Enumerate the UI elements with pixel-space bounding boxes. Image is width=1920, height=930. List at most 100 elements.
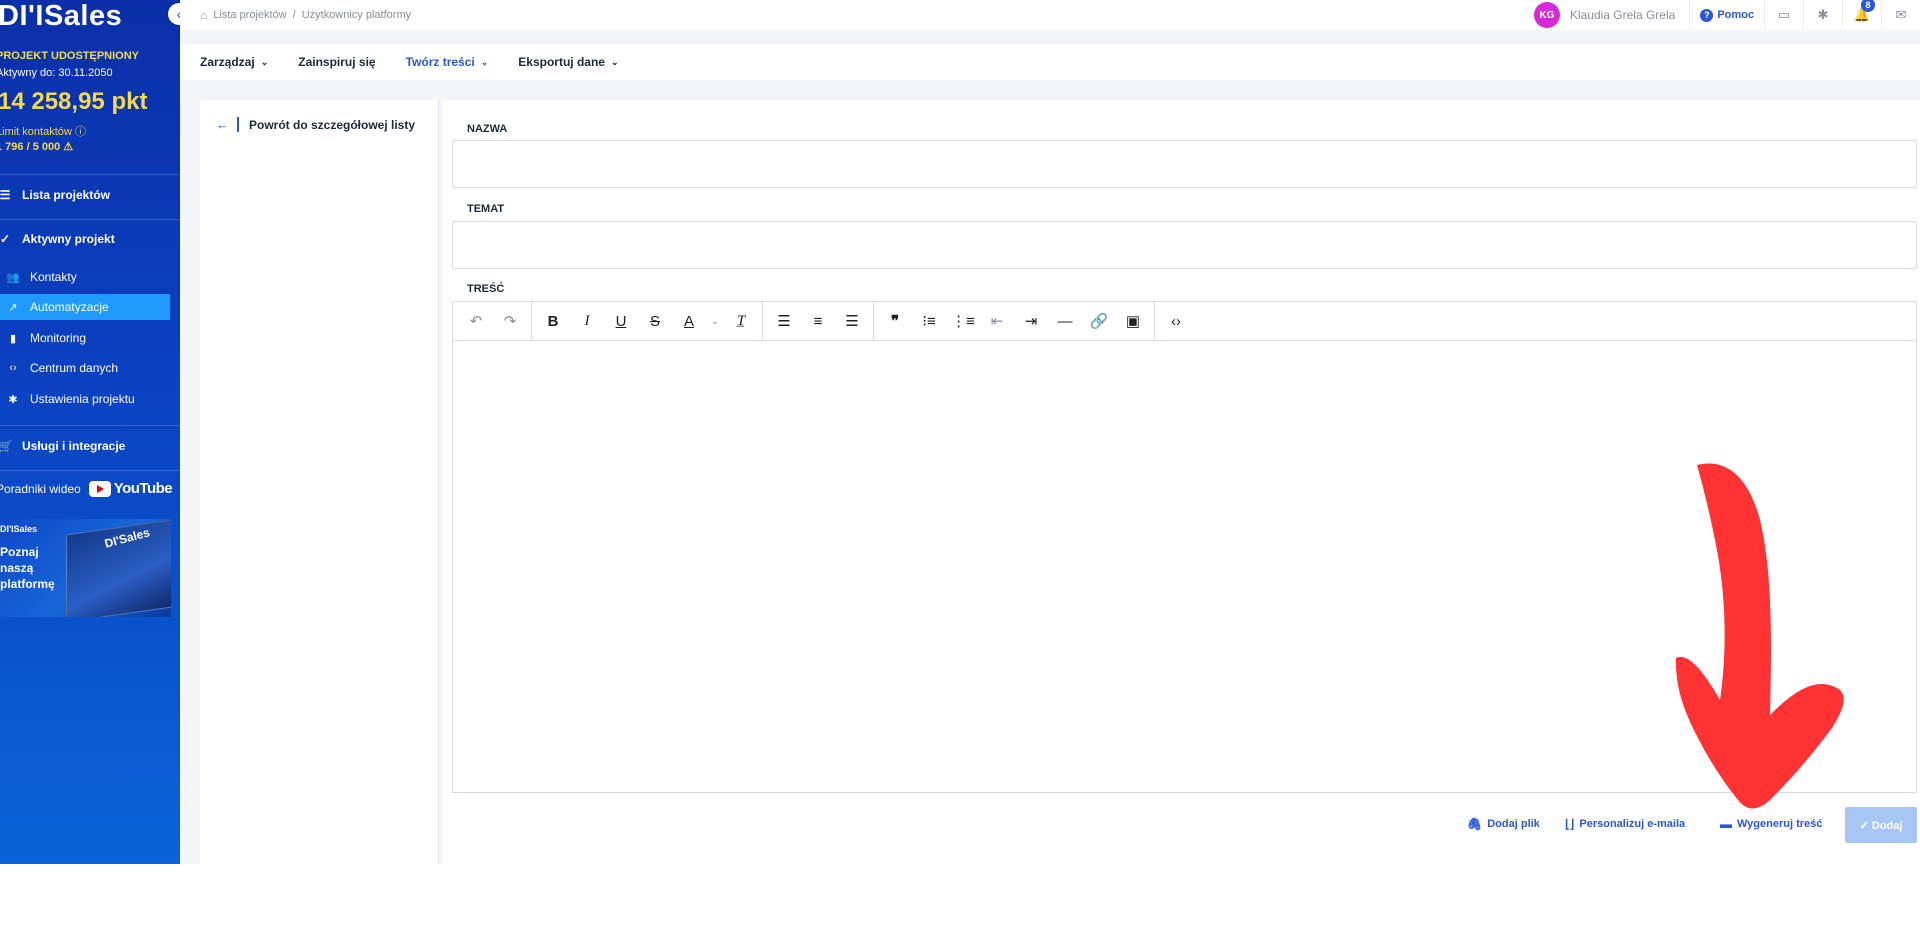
avatar[interactable]: KG (1533, 2, 1560, 28)
active-indicator (237, 117, 239, 132)
sidebar-item-automations[interactable]: ↗ Automatyzacje (0, 294, 170, 320)
add-button[interactable]: ✓ Dodaj (1845, 807, 1917, 843)
align-right-icon[interactable]: ☰ (835, 307, 869, 335)
video-guides-link[interactable]: Poradniki wideo YouTube (0, 480, 173, 497)
menu-bar: Zarządzaj ⌄ Zainspiruj się Twórz treści … (180, 44, 1920, 80)
breadcrumb-item-projects[interactable]: Lista projektów (213, 9, 286, 21)
check-icon: ✓ (0, 232, 11, 246)
link-icon[interactable]: 🔗 (1082, 307, 1116, 335)
name-input[interactable] (452, 140, 1917, 188)
sidebar-item-label: Kontakty (30, 270, 77, 284)
menu-label: Twórz treści (405, 55, 475, 69)
generate-content-button[interactable]: ▬ Wygeneruj treść (1720, 817, 1822, 831)
blockquote-icon[interactable]: ❞ (878, 307, 912, 335)
sidebar-divider (0, 174, 180, 175)
cart-icon: 🛒 (0, 439, 13, 453)
back-link-label: Powrót do szczegółowej listy (249, 117, 416, 132)
project-active-until: Aktywny do: 30.11.2050 (0, 67, 113, 79)
sidebar-item-label: Lista projektów (22, 188, 111, 202)
logo: DI'ISales (0, 0, 123, 32)
help-button[interactable]: ? Pomoc (1690, 8, 1764, 22)
subject-label: TEMAT (467, 203, 505, 215)
breadcrumb-item-users[interactable]: Użytkownicy platformy (302, 9, 411, 21)
promo-text: Poznaj naszą platformę (0, 544, 60, 592)
text-color-icon[interactable]: A (672, 307, 706, 335)
menu-inspire[interactable]: Zainspiruj się (298, 55, 375, 69)
left-panel: ← Powrót do szczegółowej listy (200, 100, 439, 864)
bell-icon[interactable]: 🔔 8 (1843, 0, 1881, 30)
redo-icon[interactable]: ↷ (493, 307, 527, 335)
project-shared-label: PROJEKT UDOSTĘPNIONY (0, 50, 140, 62)
question-icon: ? (1700, 8, 1714, 22)
chevron-down-icon: ⌄ (260, 56, 269, 67)
sidebar-item-label: Automatyzacje (30, 300, 109, 314)
menu-export-data[interactable]: Eksportuj dane ⌄ (518, 55, 618, 69)
menu-label: Zarządzaj (200, 55, 255, 69)
credit-card-icon[interactable]: ▭ (1765, 0, 1803, 30)
bold-icon[interactable]: B (536, 307, 570, 335)
undo-icon[interactable]: ↶ (459, 307, 493, 335)
personalize-email-button[interactable]: ⌊⌋ Personalizuj e-maila (1565, 817, 1685, 831)
mail-icon[interactable]: ✉ (1882, 0, 1920, 30)
outdent-icon[interactable]: ⇤ (980, 307, 1014, 335)
add-file-button[interactable]: 🖇 Dodaj plik (1467, 817, 1540, 831)
promo-text-line: Poznaj (0, 545, 39, 559)
list-icon: ☰ (0, 188, 11, 202)
platform-promo-banner[interactable]: DI'Sales DI'ISales Poznaj naszą platform… (0, 519, 171, 617)
user-name[interactable]: Klaudia Grela Grela (1570, 8, 1675, 22)
sidebar-item-data-center[interactable]: ‹› Centrum danych (0, 355, 170, 381)
editor-content-area[interactable] (453, 341, 1916, 792)
image-icon[interactable]: ▣ (1116, 307, 1150, 335)
toolbar-divider (1154, 302, 1155, 340)
sidebar-item-active-project[interactable]: ✓ Aktywny projekt (0, 227, 115, 251)
youtube-wordmark: YouTube (113, 480, 173, 497)
promo-text-line: naszą (0, 561, 34, 575)
gear-icon: ✱ (8, 393, 18, 406)
code-arrows-icon: ‹› (9, 362, 17, 374)
breadcrumb: ⌂ Lista projektów / Użytkownicy platform… (200, 8, 411, 22)
promo-brand: DI'ISales (0, 524, 38, 534)
help-label: Pomoc (1717, 9, 1754, 21)
indent-icon[interactable]: ⇥ (1014, 307, 1048, 335)
home-icon[interactable]: ⌂ (200, 8, 207, 22)
menu-create-content[interactable]: Twórz treści ⌄ (406, 55, 489, 69)
sidebar-item-project-settings[interactable]: ✱ Ustawienia projektu (0, 386, 170, 412)
comment-icon: ▬ (1720, 817, 1732, 831)
bullet-list-icon[interactable]: ⁝≡ (912, 307, 946, 335)
action-label: Dodaj plik (1487, 818, 1540, 830)
numbered-list-icon[interactable]: ⋮≡ (946, 307, 980, 335)
sidebar-item-services[interactable]: 🛒 Usługi i integracje (0, 434, 125, 458)
form-actions: 🖇 Dodaj plik ⌊⌋ Personalizuj e-maila ▬ W… (443, 807, 1920, 843)
sidebar-item-monitoring[interactable]: ▮ Monitoring (0, 325, 170, 351)
align-center-icon[interactable]: ≡ (801, 307, 835, 335)
strikethrough-icon[interactable]: S (638, 307, 672, 335)
horizontal-line-icon[interactable]: — (1048, 307, 1082, 335)
youtube-logo: YouTube (88, 480, 173, 497)
sidebar: DI'ISales ‹ PROJEKT UDOSTĘPNIONY Aktywny… (0, 0, 180, 864)
arrow-left-icon: ← (216, 117, 229, 132)
menu-label: Zainspiruj się (298, 55, 376, 69)
gear-icon[interactable]: ✱ (1804, 0, 1842, 30)
sidebar-item-label: Usługi i integracje (22, 439, 126, 453)
subject-input[interactable] (452, 221, 1917, 269)
chevron-down-icon[interactable]: ⌄ (706, 307, 724, 335)
content-label: TREŚĆ (467, 283, 505, 295)
sidebar-item-contacts[interactable]: 👥 Kontakty (0, 264, 170, 290)
underline-icon[interactable]: U (604, 307, 638, 335)
points-balance: 14 258,95 pkt (0, 88, 148, 115)
chevron-down-icon: ⌄ (480, 56, 489, 67)
sidebar-divider (0, 219, 180, 220)
sidebar-item-projects[interactable]: ☰ Lista projektów (0, 183, 110, 207)
toolbar-divider (762, 302, 763, 340)
clear-format-icon[interactable]: T̲ (724, 307, 758, 335)
sidebar-collapse-button[interactable]: ‹ (168, 3, 180, 25)
menu-manage[interactable]: Zarządzaj ⌄ (200, 55, 268, 69)
italic-icon[interactable]: I (570, 307, 604, 335)
bracket-icon: ⌊⌋ (1565, 817, 1575, 831)
menu-label: Eksportuj dane (518, 55, 605, 69)
source-code-icon[interactable]: ‹› (1159, 307, 1193, 335)
contact-limit-value: 1 796 / 5 000 ⚠ (0, 141, 74, 153)
back-to-list-link[interactable]: ← Powrót do szczegółowej listy (216, 117, 415, 132)
contact-limit-label: Limit kontaktów ⓘ (0, 126, 86, 138)
align-left-icon[interactable]: ☰ (767, 307, 801, 335)
